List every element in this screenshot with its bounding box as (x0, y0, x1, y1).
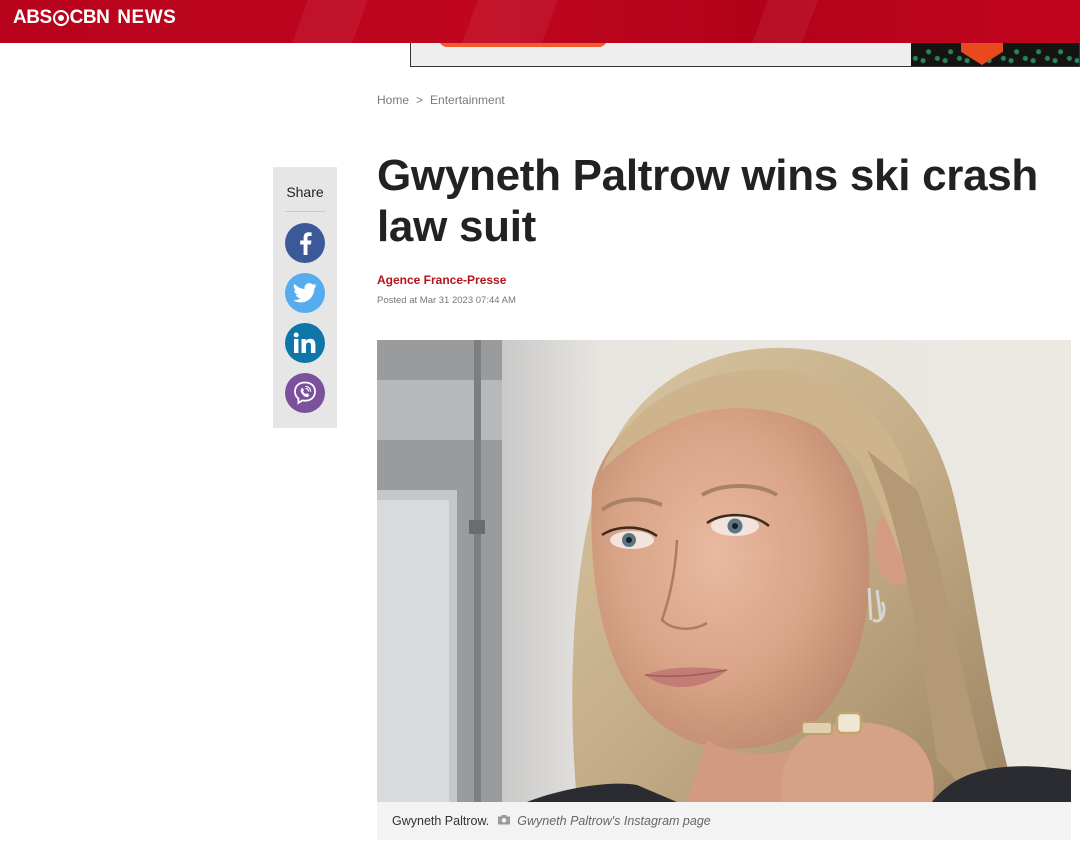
share-sidebar: Share (273, 167, 337, 428)
site-logo[interactable]: ABS CBN NEWS (13, 7, 177, 28)
caption-text: Gwyneth Paltrow. (392, 814, 490, 828)
caption-credit: Gwyneth Paltrow's Instagram page (517, 814, 711, 828)
advertisement-banner[interactable] (410, 43, 1080, 67)
share-twitter-button[interactable] (285, 273, 325, 313)
ad-button-shape (439, 43, 607, 47)
share-divider (285, 211, 325, 212)
viber-icon (294, 381, 316, 405)
twitter-icon (293, 283, 317, 303)
logo-eye-icon (52, 10, 69, 26)
share-facebook-button[interactable] (285, 223, 325, 263)
breadcrumb-separator: > (416, 93, 424, 107)
share-label: Share (286, 184, 324, 200)
facebook-icon (300, 232, 312, 255)
breadcrumb: Home > Entertainment (377, 93, 505, 107)
camera-icon (497, 814, 511, 828)
article-title: Gwyneth Paltrow wins ski crash law suit (377, 151, 1038, 251)
logo-cbn-text: CBN (69, 7, 110, 28)
breadcrumb-section[interactable]: Entertainment (430, 93, 505, 107)
image-caption: Gwyneth Paltrow. Gwyneth Paltrow's Insta… (377, 802, 1071, 840)
share-linkedin-button[interactable] (285, 323, 325, 363)
site-header: ABS CBN NEWS (0, 0, 1080, 43)
article-author[interactable]: Agence France-Presse (377, 273, 506, 287)
article-hero-image (377, 340, 1071, 802)
linkedin-icon (293, 332, 316, 353)
article-posted-date: Posted at Mar 31 2023 07:44 AM (377, 295, 516, 306)
breadcrumb-home[interactable]: Home (377, 93, 409, 107)
logo-abs-text: ABS (13, 7, 52, 28)
share-viber-button[interactable] (285, 373, 325, 413)
logo-news-text: NEWS (117, 7, 177, 28)
ad-graphic (911, 43, 1079, 66)
